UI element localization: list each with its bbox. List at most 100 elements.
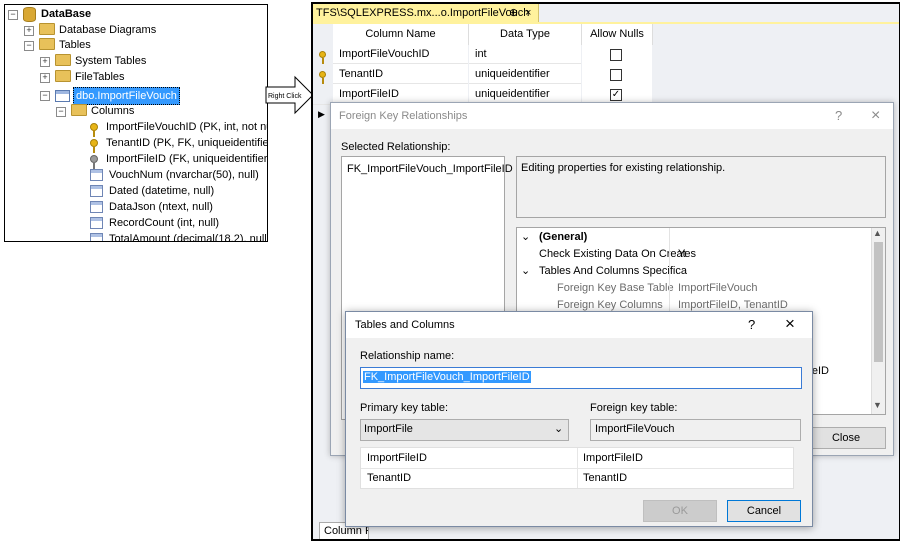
- folder-icon: [39, 23, 55, 36]
- tree-node-columns[interactable]: Columns: [71, 103, 134, 119]
- column-mapping-grid[interactable]: ImportFileID ImportFileID TenantID Tenan…: [360, 447, 794, 489]
- close-button[interactable]: Close: [806, 427, 886, 449]
- cell-column-name[interactable]: ImportFileVouchID: [333, 44, 468, 64]
- cell-data-type[interactable]: uniqueidentifier: [469, 64, 581, 84]
- scroll-up-icon[interactable]: ▲: [873, 228, 882, 238]
- tree-node-selected-table[interactable]: dbo.ImportFileVouch: [55, 87, 180, 105]
- allow-nulls-checkbox[interactable]: [610, 49, 622, 61]
- primary-key-icon: [319, 70, 326, 85]
- designer-tab-title: TFS\SQLEXPRESS.mx...o.ImportFileVouch: [316, 7, 530, 19]
- folder-icon: [71, 104, 87, 117]
- tc-title-bar: Tables and Columns ? ×: [346, 312, 812, 338]
- tree-column-item[interactable]: TotalAmount (decimal(18,2), null): [90, 231, 267, 241]
- help-icon[interactable]: ?: [835, 103, 842, 129]
- foreign-key-table-value: ImportFileVouch: [595, 423, 675, 435]
- collapse-table-icon[interactable]: −: [40, 91, 50, 101]
- row-selector[interactable]: [313, 64, 333, 85]
- column-icon: [90, 201, 103, 214]
- cancel-button[interactable]: Cancel: [727, 500, 801, 522]
- property-scrollbar[interactable]: ▲ ▼: [871, 228, 885, 414]
- chevron-down-icon[interactable]: ⌄: [521, 229, 530, 246]
- close-icon[interactable]: ×: [785, 314, 795, 334]
- cell-column-name[interactable]: TenantID: [333, 64, 468, 84]
- folder-icon: [55, 54, 71, 67]
- relationship-name-input[interactable]: FK_ImportFileVouch_ImportFileID: [360, 367, 802, 389]
- cell-allow-nulls[interactable]: [582, 64, 652, 85]
- current-row-arrow-icon: ▶: [318, 109, 325, 119]
- folder-icon: [39, 38, 55, 51]
- tree-node-diagrams[interactable]: Database Diagrams: [39, 22, 156, 38]
- designer-tab[interactable]: TFS\SQLEXPRESS.mx...o.ImportFileVouch ⊕ …: [313, 4, 539, 22]
- tc-dialog-title: Tables and Columns: [355, 319, 455, 331]
- header-data-type[interactable]: Data Type: [469, 24, 582, 45]
- close-icon[interactable]: ×: [871, 103, 880, 129]
- cell-allow-nulls[interactable]: [582, 44, 652, 65]
- cell-data-type[interactable]: uniqueidentifier: [469, 84, 581, 104]
- arrow-label: Right Click: [268, 93, 302, 100]
- primary-key-table-select[interactable]: ImportFile ⌄: [360, 419, 569, 441]
- primary-key-table-label: Primary key table:: [360, 402, 449, 414]
- tree-column-item[interactable]: ImportFileID (FK, uniqueidentifier, n: [90, 151, 267, 170]
- expand-filetables-icon[interactable]: +: [40, 73, 50, 83]
- allow-nulls-checkbox[interactable]: [610, 69, 622, 81]
- tree-column-item[interactable]: RecordCount (int, null): [90, 215, 219, 231]
- tree-column-item[interactable]: VouchNum (nvarchar(50), null): [90, 167, 259, 183]
- primary-key-icon: [319, 50, 326, 65]
- fk-dialog-title: Foreign Key Relationships: [331, 103, 893, 129]
- prop-fk-base-table-value: ImportFileVouch: [678, 282, 758, 294]
- expand-system-tables-icon[interactable]: +: [40, 57, 50, 67]
- tree-column-item[interactable]: DataJson (ntext, null): [90, 199, 213, 215]
- close-tab-icon[interactable]: ×: [525, 4, 531, 22]
- relationship-item[interactable]: FK_ImportFileVouch_ImportFileID: [347, 163, 513, 175]
- header-column-name[interactable]: Column Name: [333, 24, 469, 45]
- cell-data-type[interactable]: int: [469, 44, 581, 64]
- tree-node-system-tables[interactable]: System Tables: [55, 53, 146, 69]
- primary-key-icon: [90, 123, 98, 138]
- tree-column-item[interactable]: ImportFileVouchID (PK, int, not nul: [90, 119, 267, 138]
- allow-nulls-checkbox-checked[interactable]: ✓: [610, 89, 622, 101]
- mapping-pk-column[interactable]: ImportFileID: [367, 452, 427, 464]
- tree-column-item[interactable]: Dated (datetime, null): [90, 183, 214, 199]
- tree-node-database[interactable]: DataBase: [23, 6, 91, 22]
- relationship-name-text: FK_ImportFileVouch_ImportFileID: [363, 371, 531, 383]
- prop-check-existing-value[interactable]: Yes: [678, 246, 696, 263]
- prop-tables-columns[interactable]: Tables And Columns Specifica: [539, 263, 687, 280]
- database-icon: [23, 6, 36, 22]
- prop-general: (General): [539, 231, 588, 243]
- collapse-database-icon[interactable]: −: [8, 10, 18, 20]
- scroll-down-icon[interactable]: ▼: [873, 400, 882, 410]
- collapse-tables-icon[interactable]: −: [24, 41, 34, 51]
- ok-button[interactable]: OK: [643, 500, 717, 522]
- foreign-key-table-label: Foreign key table:: [590, 402, 678, 414]
- tree-column-item[interactable]: TenantID (PK, FK, uniqueidentifier,: [90, 135, 267, 154]
- mapping-divider: [577, 448, 578, 488]
- header-allow-nulls[interactable]: Allow Nulls: [582, 24, 653, 45]
- foreign-key-table-field: ImportFileVouch: [590, 419, 801, 441]
- expand-diagrams-icon[interactable]: +: [24, 26, 34, 36]
- collapse-columns-icon[interactable]: −: [56, 107, 66, 117]
- pin-icon[interactable]: ⊕: [509, 4, 518, 22]
- row-selector[interactable]: [313, 44, 333, 65]
- column-icon: [90, 185, 103, 198]
- help-icon[interactable]: ?: [748, 317, 755, 332]
- prop-fk-base-table: Foreign Key Base Table: [557, 282, 674, 294]
- scrollbar-thumb[interactable]: [874, 242, 883, 362]
- chevron-down-icon[interactable]: ⌄: [521, 263, 530, 280]
- selected-relationship-label: Selected Relationship:: [341, 141, 451, 153]
- right-arrow-icon: Right Click: [265, 75, 314, 115]
- table-icon: [55, 90, 70, 102]
- primary-key-table-value: ImportFile: [364, 423, 413, 435]
- column-icon: [90, 169, 103, 182]
- folder-icon: [55, 70, 71, 83]
- column-icon: [90, 217, 103, 230]
- object-explorer-tree: − DataBase + Database Diagrams − Tables …: [4, 4, 268, 242]
- tree-node-filetables[interactable]: FileTables: [55, 69, 125, 85]
- chevron-down-icon: ⌄: [554, 423, 564, 435]
- mapping-pk-column[interactable]: TenantID: [367, 472, 411, 484]
- cell-column-name[interactable]: ImportFileID: [333, 84, 468, 104]
- prop-check-existing[interactable]: Check Existing Data On Creat: [539, 246, 686, 263]
- mapping-fk-column[interactable]: TenantID: [583, 472, 627, 484]
- tree-node-tables[interactable]: Tables: [39, 37, 91, 53]
- relationship-name-label: Relationship name:: [360, 350, 455, 362]
- mapping-fk-column[interactable]: ImportFileID: [583, 452, 643, 464]
